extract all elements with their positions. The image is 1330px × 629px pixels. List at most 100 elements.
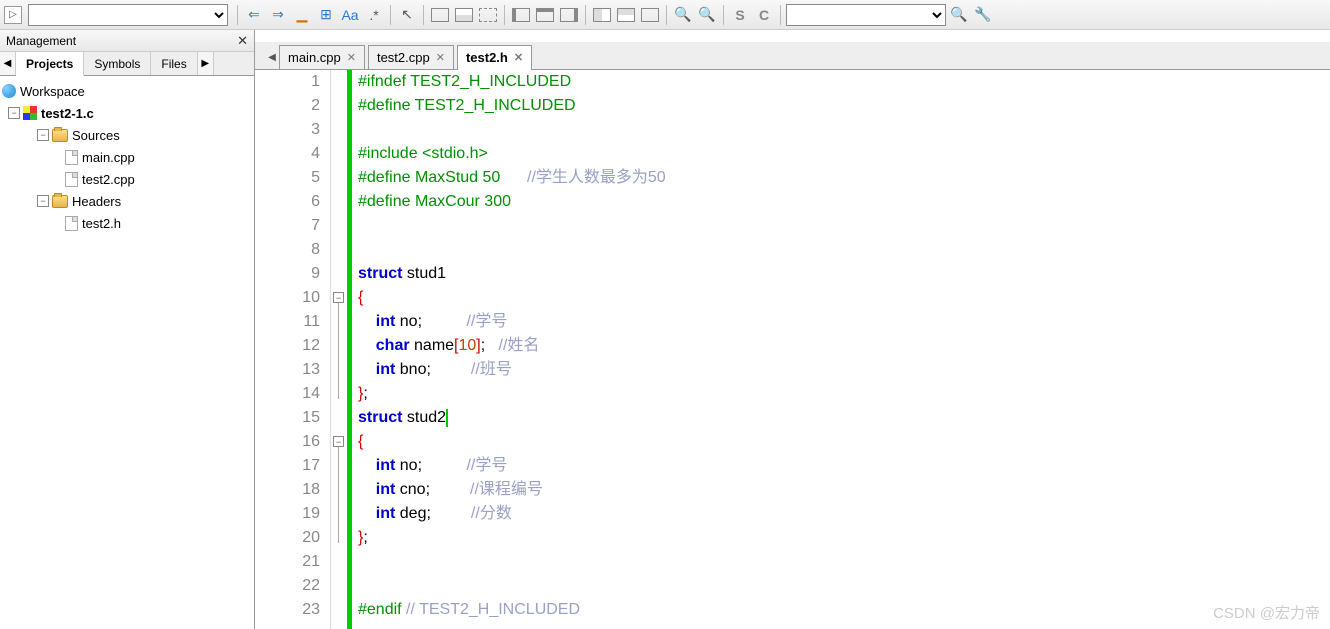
line-number: 20 xyxy=(255,526,320,550)
folder-open-icon xyxy=(52,195,68,208)
settings-icon[interactable]: 🔧 xyxy=(972,4,994,26)
pointer-icon[interactable]: ↖ xyxy=(396,4,418,26)
line-number: 5 xyxy=(255,166,320,190)
text-cursor xyxy=(446,409,448,427)
code-line[interactable]: #define MaxStud 50 //学生人数最多为50 xyxy=(358,166,1330,190)
tab-prev-icon[interactable]: ◀ xyxy=(0,52,16,75)
tab-scroll-left-icon[interactable]: ◀ xyxy=(265,45,279,69)
panel3-icon[interactable] xyxy=(558,4,580,26)
line-number: 6 xyxy=(255,190,320,214)
fold-toggle-icon[interactable]: − xyxy=(333,436,344,447)
file-icon xyxy=(65,216,78,231)
editor-tab[interactable]: main.cpp✕ xyxy=(279,45,365,69)
separator xyxy=(666,5,667,25)
case-icon[interactable]: Aa xyxy=(339,4,361,26)
line-number: 17 xyxy=(255,454,320,478)
code-line[interactable]: struct stud2 xyxy=(358,406,1330,430)
arrow-left-icon[interactable]: ⇐ xyxy=(243,4,265,26)
line-number: 19 xyxy=(255,502,320,526)
rect1-icon[interactable] xyxy=(429,4,451,26)
code-line[interactable] xyxy=(358,214,1330,238)
code-line[interactable]: struct stud1 xyxy=(358,262,1330,286)
tree-file-test2cpp[interactable]: test2.cpp xyxy=(2,168,252,190)
panel2-icon[interactable] xyxy=(534,4,556,26)
code-line[interactable]: { xyxy=(358,286,1330,310)
fold-toggle-icon[interactable]: − xyxy=(333,292,344,303)
watermark: CSDN @宏力帝 xyxy=(1213,602,1320,623)
tree-file-main[interactable]: main.cpp xyxy=(2,146,252,168)
code-line[interactable]: #endif // TEST2_H_INCLUDED xyxy=(358,598,1330,622)
symbol-combo[interactable] xyxy=(28,4,228,26)
tab-symbols[interactable]: Symbols xyxy=(84,52,151,75)
fold-line xyxy=(338,303,339,399)
panel1-icon[interactable] xyxy=(510,4,532,26)
code-line[interactable]: #define TEST2_H_INCLUDED xyxy=(358,94,1330,118)
tab-close-icon[interactable]: ✕ xyxy=(436,51,445,64)
search-combo[interactable] xyxy=(786,4,946,26)
grid1-icon[interactable] xyxy=(591,4,613,26)
editor-tab[interactable]: test2.h✕ xyxy=(457,45,532,69)
code-line[interactable] xyxy=(358,574,1330,598)
nav-back-icon[interactable]: ▷ xyxy=(4,6,22,24)
code-line[interactable] xyxy=(358,550,1330,574)
tree-file-test2h[interactable]: test2.h xyxy=(2,212,252,234)
code-content[interactable]: #ifndef TEST2_H_INCLUDED#define TEST2_H_… xyxy=(352,70,1330,629)
separator xyxy=(780,5,781,25)
code-line[interactable]: }; xyxy=(358,382,1330,406)
separator xyxy=(723,5,724,25)
code-line[interactable]: int deg; //分数 xyxy=(358,502,1330,526)
search-icon[interactable]: 🔍 xyxy=(948,4,970,26)
line-number: 16 xyxy=(255,430,320,454)
rect2-icon[interactable] xyxy=(453,4,475,26)
line-number: 21 xyxy=(255,550,320,574)
line-number: 12 xyxy=(255,334,320,358)
collapse-icon[interactable]: − xyxy=(37,195,49,207)
line-number: 1 xyxy=(255,70,320,94)
zoom-in-icon[interactable]: 🔍 xyxy=(672,4,694,26)
line-number: 9 xyxy=(255,262,320,286)
tab-close-icon[interactable]: ✕ xyxy=(347,51,356,64)
bookmark-icon[interactable]: ⊞ xyxy=(315,4,337,26)
regex-icon[interactable]: .* xyxy=(363,4,385,26)
highlight-icon[interactable]: ▁ xyxy=(291,4,313,26)
code-line[interactable] xyxy=(358,238,1330,262)
collapse-icon[interactable]: − xyxy=(8,107,20,119)
code-line[interactable]: #define MaxCour 300 xyxy=(358,190,1330,214)
code-line[interactable]: int cno; //课程编号 xyxy=(358,478,1330,502)
code-line[interactable]: }; xyxy=(358,526,1330,550)
collapse-icon[interactable]: − xyxy=(37,129,49,141)
code-line[interactable]: char name[10]; //姓名 xyxy=(358,334,1330,358)
tab-files[interactable]: Files xyxy=(151,52,197,75)
tree-headers-folder[interactable]: − Headers xyxy=(2,190,252,212)
s-button[interactable]: S xyxy=(729,4,751,26)
tab-next-icon[interactable]: ▶ xyxy=(198,52,214,75)
grid3-icon[interactable] xyxy=(639,4,661,26)
tree-workspace[interactable]: Workspace xyxy=(2,80,252,102)
code-line[interactable]: #ifndef TEST2_H_INCLUDED xyxy=(358,70,1330,94)
line-number: 2 xyxy=(255,94,320,118)
tree-label: test2.h xyxy=(82,216,121,231)
editor-tab[interactable]: test2.cpp✕ xyxy=(368,45,454,69)
arrow-right-icon[interactable]: ⇒ xyxy=(267,4,289,26)
grid2-icon[interactable] xyxy=(615,4,637,26)
code-line[interactable]: #include <stdio.h> xyxy=(358,142,1330,166)
tab-projects[interactable]: Projects xyxy=(16,52,84,76)
separator xyxy=(504,5,505,25)
separator xyxy=(390,5,391,25)
line-number: 11 xyxy=(255,310,320,334)
tree-label: Headers xyxy=(72,194,121,209)
rect3-icon[interactable] xyxy=(477,4,499,26)
project-icon xyxy=(23,106,37,120)
close-icon[interactable]: ✕ xyxy=(237,33,248,49)
zoom-out-icon[interactable]: 🔍 xyxy=(696,4,718,26)
tree-sources-folder[interactable]: − Sources xyxy=(2,124,252,146)
code-line[interactable]: int bno; //班号 xyxy=(358,358,1330,382)
c-button[interactable]: C xyxy=(753,4,775,26)
code-line[interactable] xyxy=(358,118,1330,142)
tree-project[interactable]: − test2-1.c xyxy=(2,102,252,124)
code-line[interactable]: int no; //学号 xyxy=(358,454,1330,478)
tab-close-icon[interactable]: ✕ xyxy=(514,51,523,64)
code-editor[interactable]: 1234567891011121314151617181920212223 −−… xyxy=(255,70,1330,629)
code-line[interactable]: int no; //学号 xyxy=(358,310,1330,334)
code-line[interactable]: { xyxy=(358,430,1330,454)
